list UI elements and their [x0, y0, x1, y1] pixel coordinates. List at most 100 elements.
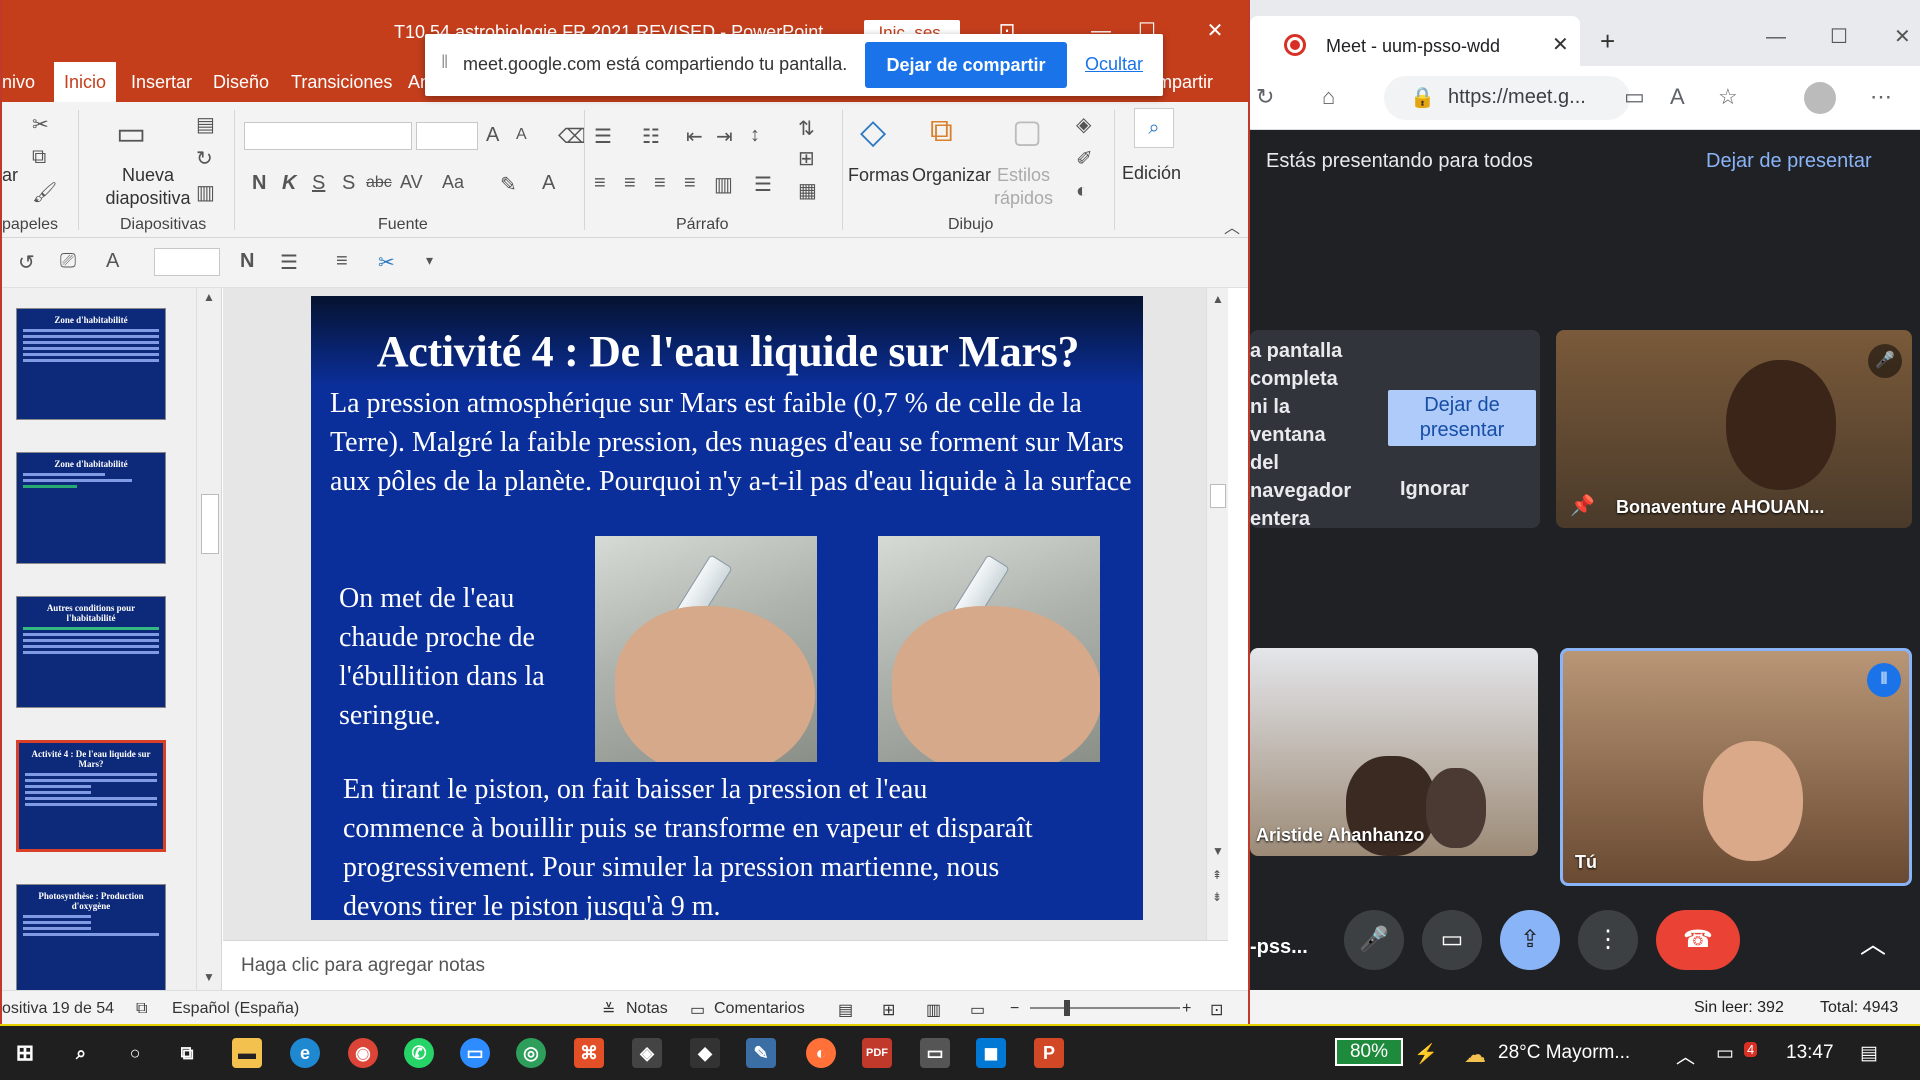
slide-left-text[interactable]: On met de l'eau chaude proche de l'ébull…: [339, 579, 549, 735]
reading-view-icon[interactable]: ▥: [926, 1000, 941, 1020]
comments-icon[interactable]: ▭: [690, 1000, 705, 1020]
indent-inc-icon[interactable]: ⇥: [716, 124, 733, 149]
copy-icon[interactable]: ⧉: [32, 146, 46, 169]
scrollbar-thumb[interactable]: [201, 494, 219, 554]
cut-icon[interactable]: ✂: [32, 112, 49, 137]
new-slide-button[interactable]: Nueva diapositiva: [88, 164, 208, 210]
slide-intro-text[interactable]: La pression atmosphérique sur Mars est f…: [330, 384, 1138, 501]
slide-bottom-text[interactable]: En tirant le piston, on fait baisser la …: [343, 770, 1043, 920]
self-tile[interactable]: ⦀ Tú: [1560, 648, 1912, 886]
strike-button[interactable]: abc: [366, 174, 392, 192]
decrease-font-icon[interactable]: A: [516, 126, 527, 144]
app-icon-3[interactable]: ◆: [690, 1038, 720, 1068]
notification-badge[interactable]: 4: [1744, 1042, 1758, 1057]
normal-view-icon[interactable]: ▤: [838, 1000, 853, 1020]
minimize-icon[interactable]: —: [1766, 26, 1786, 49]
qat-cut-icon[interactable]: ✂: [378, 250, 395, 275]
bullets-icon[interactable]: ☰: [594, 124, 612, 149]
expand-icon[interactable]: ︿: [1860, 924, 1886, 961]
tab-compartir[interactable]: mpartir: [1157, 72, 1213, 93]
thumbnail[interactable]: Zone d'habitabilité: [16, 452, 166, 564]
close-icon[interactable]: ✕: [1192, 14, 1238, 48]
more-options-icon[interactable]: ⋮: [1578, 910, 1638, 970]
leave-call-icon[interactable]: ☎: [1656, 910, 1740, 970]
zoom-slider[interactable]: [1030, 1000, 1180, 1016]
tab-inicio[interactable]: Inicio: [54, 62, 117, 102]
slide-scrollbar[interactable]: ▲ ▼ ⇞ ⇟: [1206, 288, 1228, 940]
reload-icon[interactable]: ↻: [1256, 84, 1274, 110]
spacing-button[interactable]: AV: [400, 172, 423, 193]
powerpoint-icon[interactable]: P: [1034, 1038, 1064, 1068]
notes-pane[interactable]: Haga clic para agregar notas: [223, 940, 1228, 990]
close-tab-icon[interactable]: ✕: [1552, 32, 1569, 57]
shadow-button[interactable]: S: [342, 172, 355, 195]
line-spacing-icon[interactable]: ↕: [750, 124, 760, 147]
clock[interactable]: 13:47: [1786, 1042, 1834, 1064]
zoom-icon[interactable]: ▭: [460, 1038, 490, 1068]
reset-icon[interactable]: ↻: [196, 146, 213, 171]
notes-icon[interactable]: ≚: [602, 1000, 615, 1020]
whatsapp-icon[interactable]: ✆: [404, 1038, 434, 1068]
comments-button[interactable]: Comentarios: [714, 1000, 805, 1018]
shapes-icon[interactable]: ◇: [860, 112, 886, 152]
format-painter-icon[interactable]: 🖌: [32, 180, 57, 205]
font-family-select[interactable]: [244, 122, 412, 150]
participant-tile[interactable]: Aristide Ahanhanzo: [1250, 648, 1538, 856]
accessibility-icon[interactable]: ⧉: [136, 1000, 147, 1018]
url-text[interactable]: https://meet.g...: [1448, 86, 1586, 108]
align-right-icon[interactable]: ≡: [654, 172, 666, 195]
editing-button[interactable]: Edición: [1122, 162, 1181, 185]
stop-sharing-button[interactable]: Dejar de compartir: [865, 42, 1067, 88]
search-icon[interactable]: ⌕: [1134, 108, 1174, 148]
numbering-icon[interactable]: ☷: [642, 124, 660, 149]
app-icon-2[interactable]: ◈: [632, 1038, 662, 1068]
underline-button[interactable]: S: [312, 172, 325, 195]
syringe-photo-2[interactable]: [878, 536, 1100, 762]
notes-button[interactable]: Notas: [626, 1000, 668, 1018]
app-icon-4[interactable]: ▭: [920, 1038, 950, 1068]
battery-indicator[interactable]: 80%: [1335, 1038, 1403, 1066]
favorites-icon[interactable]: ☆: [1718, 84, 1738, 110]
power-icon[interactable]: ⚡: [1414, 1042, 1438, 1066]
thumbnail[interactable]: Photosynthèse : Production d'oxygène: [16, 884, 166, 990]
align-center-icon[interactable]: ≡: [624, 172, 636, 195]
participant-tile[interactable]: 🎤 📌 Bonaventure AHOUAN...: [1556, 330, 1912, 528]
dejar-de-presentar-button[interactable]: Dejar de presentar: [1388, 390, 1536, 446]
qat-align-icon[interactable]: ≡: [336, 250, 348, 273]
thumbnail[interactable]: Autres conditions pour l'habitabilité: [16, 596, 166, 708]
close-icon[interactable]: ✕: [1894, 24, 1911, 49]
font-color-icon[interactable]: A: [542, 172, 555, 195]
highlight-icon[interactable]: ✎: [500, 172, 517, 197]
notes-placeholder[interactable]: Haga clic para agregar notas: [241, 955, 485, 977]
start-icon[interactable]: ⊞: [10, 1038, 40, 1068]
qat-size-input[interactable]: [154, 248, 220, 276]
section-icon[interactable]: ▥: [196, 180, 215, 205]
chrome-icon[interactable]: ◉: [348, 1038, 378, 1068]
new-slide-icon[interactable]: ▭: [116, 114, 146, 152]
zoom-out-icon[interactable]: −: [1010, 1000, 1019, 1018]
search-icon[interactable]: ⌕: [66, 1038, 96, 1068]
pin-icon[interactable]: 📌: [1570, 493, 1595, 518]
fit-window-icon[interactable]: ⊡: [1210, 1000, 1223, 1020]
camera-icon[interactable]: ▭: [1624, 84, 1645, 110]
paste-label[interactable]: ar: [2, 164, 18, 187]
ignore-button[interactable]: Ignorar: [1400, 478, 1469, 501]
outline-icon[interactable]: ✐: [1076, 146, 1093, 171]
home-icon[interactable]: ⌂: [1322, 84, 1335, 110]
camera-toggle-icon[interactable]: ▭: [1422, 910, 1482, 970]
cortana-icon[interactable]: ○: [120, 1038, 150, 1068]
sorter-view-icon[interactable]: ⊞: [882, 1000, 895, 1020]
task-view-icon[interactable]: ⧉: [172, 1038, 202, 1068]
tab-archivo[interactable]: nivo: [2, 72, 35, 93]
hide-button[interactable]: Ocultar: [1085, 54, 1143, 75]
edge-icon[interactable]: e: [290, 1038, 320, 1068]
slide[interactable]: Activité 4 : De l'eau liquide sur Mars? …: [311, 296, 1143, 920]
bold-button[interactable]: N: [252, 172, 266, 195]
smartart-icon[interactable]: ▦: [798, 178, 817, 203]
indent-dec-icon[interactable]: ⇤: [686, 124, 703, 149]
new-tab-icon[interactable]: +: [1600, 26, 1615, 57]
thumbnails-scrollbar[interactable]: ▲ ▼: [196, 288, 221, 990]
read-aloud-icon[interactable]: A: [1670, 84, 1685, 110]
tray-icon[interactable]: ▭: [1716, 1042, 1734, 1065]
maximize-icon[interactable]: ☐: [1830, 24, 1848, 49]
